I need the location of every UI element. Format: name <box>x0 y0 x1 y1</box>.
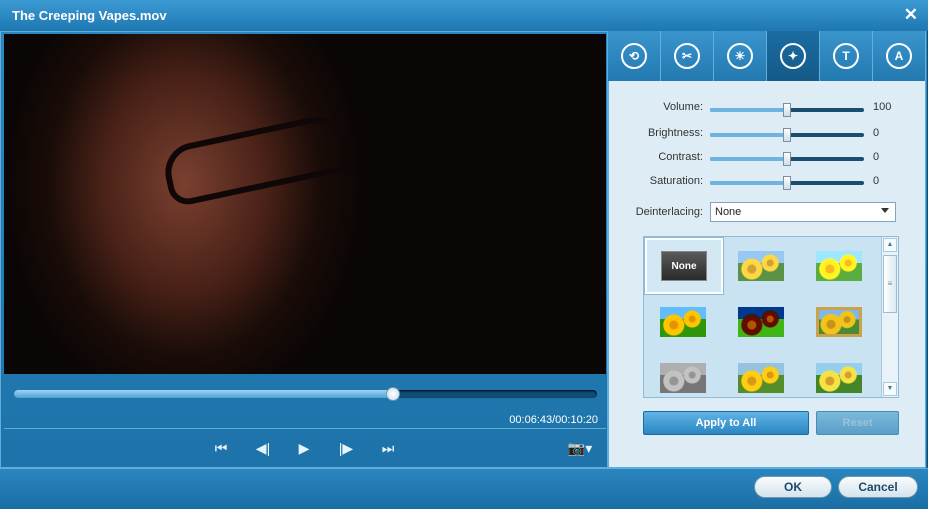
brightness-slider[interactable] <box>710 128 864 142</box>
ok-button[interactable]: OK <box>754 476 832 498</box>
brightness-handle[interactable] <box>783 128 791 142</box>
seek-bar[interactable] <box>14 387 597 401</box>
volume-value: 100 <box>873 101 892 113</box>
volume-label: Volume: <box>663 101 703 113</box>
seek-progress <box>14 390 393 398</box>
contrast-label: Contrast: <box>658 151 703 163</box>
saturation-label: Saturation: <box>649 175 703 187</box>
tab-trim[interactable]: ✂ <box>661 31 714 81</box>
filter-outline[interactable] <box>738 307 784 337</box>
filter-grid: None <box>643 236 899 398</box>
volume-handle[interactable] <box>783 103 791 117</box>
brightness-fill <box>710 133 787 137</box>
skip-forward-icon[interactable]: ⏭ <box>376 440 400 458</box>
saturation-slider[interactable] <box>710 176 864 190</box>
contrast-slider[interactable] <box>710 152 864 166</box>
time-display: 00:06:43/00:10:20 <box>509 414 598 426</box>
deinterlacing-label: Deinterlacing: <box>635 206 703 218</box>
filter-bright[interactable] <box>816 251 862 281</box>
play-icon[interactable]: ▶ <box>292 440 316 458</box>
filter-none[interactable]: None <box>645 238 723 294</box>
video-preview <box>4 34 606 374</box>
cancel-button[interactable]: Cancel <box>838 476 918 498</box>
brightness-value: 0 <box>873 127 880 139</box>
volume-fill <box>710 108 787 112</box>
contrast-fill <box>710 157 787 161</box>
apply-to-all-button[interactable]: Apply to All <box>643 411 809 435</box>
filter-sunny[interactable] <box>738 363 784 393</box>
step-back-icon[interactable]: ◀| <box>251 440 275 458</box>
scroll-thumb[interactable]: ≡ <box>883 255 897 313</box>
tab-watermark[interactable]: T <box>820 31 873 81</box>
filter-none-label: None <box>661 251 707 281</box>
filter-warm[interactable] <box>738 251 784 281</box>
saturation-value: 0 <box>873 175 880 187</box>
seek-handle[interactable] <box>385 387 400 401</box>
reset-button[interactable]: Reset <box>816 411 899 435</box>
filter-vivid[interactable] <box>660 307 706 337</box>
title-bar: The Creeping Vapes.mov ✕ <box>0 0 928 31</box>
step-forward-icon[interactable]: |▶ <box>334 440 358 458</box>
watermark-icon: T <box>833 43 859 69</box>
contrast-value: 0 <box>873 151 880 163</box>
tab-text[interactable]: A <box>873 31 926 81</box>
contrast-handle[interactable] <box>783 152 791 166</box>
saturation-handle[interactable] <box>783 176 791 190</box>
filter-sketch[interactable] <box>816 363 862 393</box>
tool-tabs: ⟲ ✂ ☀ ✦ T A <box>608 31 926 81</box>
brightness-label: Brightness: <box>647 127 703 139</box>
skip-back-icon[interactable]: ⏮ <box>209 440 233 458</box>
volume-slider[interactable] <box>710 103 864 117</box>
filter-grayscale[interactable] <box>660 363 706 393</box>
tab-rotate[interactable]: ⟲ <box>608 31 661 81</box>
rotate-icon: ⟲ <box>621 43 647 69</box>
filter-scrollbar[interactable]: ▲ ≡ ▼ <box>881 237 898 397</box>
chevron-down-icon <box>881 208 889 213</box>
tab-effect[interactable]: ☀ <box>714 31 767 81</box>
scissors-icon: ✂ <box>674 43 700 69</box>
snapshot-icon[interactable]: 📷▾ <box>562 440 598 458</box>
scroll-up-icon[interactable]: ▲ <box>883 238 897 252</box>
filter-framed[interactable] <box>816 307 862 337</box>
window-title: The Creeping Vapes.mov <box>12 8 167 23</box>
saturation-fill <box>710 181 787 185</box>
deinterlacing-select[interactable]: None <box>710 202 896 222</box>
close-icon[interactable]: ✕ <box>904 5 918 25</box>
deinterlacing-value: None <box>715 206 742 218</box>
video-frame <box>4 34 606 374</box>
brightness-icon: ☀ <box>727 43 753 69</box>
magic-wand-icon: ✦ <box>780 43 806 69</box>
tab-enhance[interactable]: ✦ <box>767 31 820 81</box>
text-icon: A <box>886 43 912 69</box>
scroll-down-icon[interactable]: ▼ <box>883 382 897 396</box>
